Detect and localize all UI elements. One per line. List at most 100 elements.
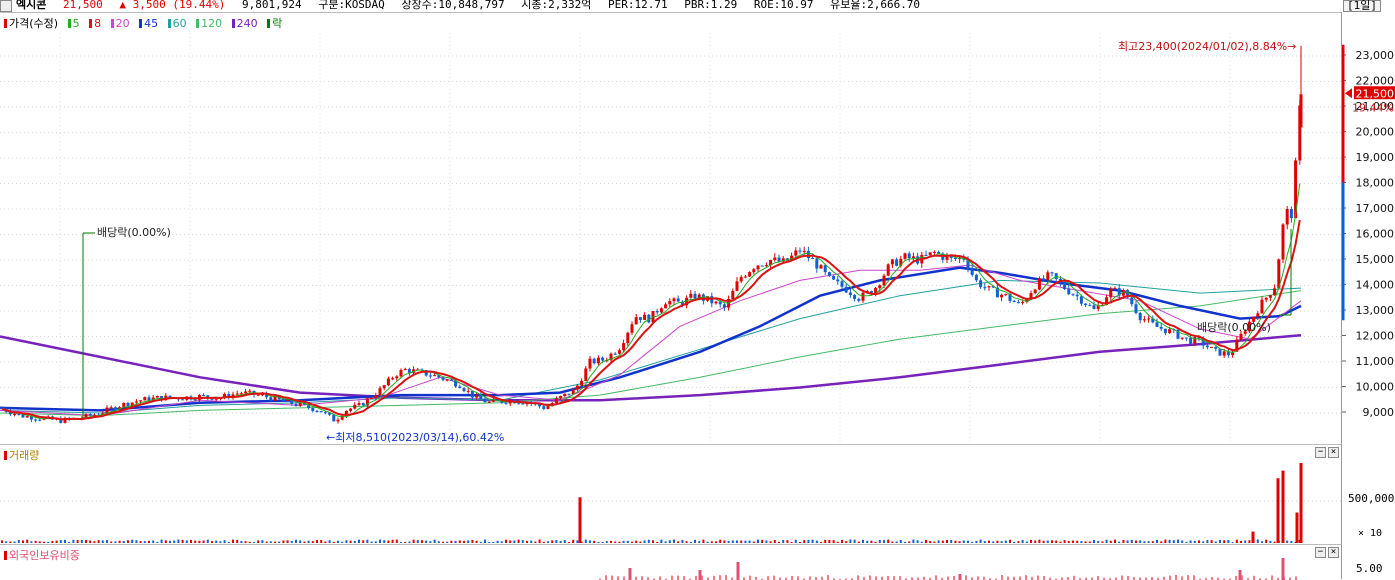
axis-tick-label: 12,000 <box>1356 330 1395 343</box>
candle-body <box>622 343 626 351</box>
foreign-pane[interactable]: 외국인보유비중 − × <box>0 544 1341 580</box>
candle-body <box>357 403 361 405</box>
candle-body <box>601 357 605 361</box>
volume-bar <box>576 540 579 543</box>
candle-body <box>1088 305 1092 307</box>
volume-bar <box>106 540 108 543</box>
volume-bar <box>1076 540 1079 543</box>
foreign-legend: 외국인보유비중 <box>4 547 83 563</box>
candle-body <box>113 407 117 410</box>
volume-bar <box>710 541 713 543</box>
volume-bar <box>1097 540 1100 543</box>
volume-bar <box>286 540 289 543</box>
price-pane[interactable]: 최고23,400(2024/01/02),8.84%→ 배당락(0.00%) 배당락… <box>0 12 1341 446</box>
volume-bar <box>1235 539 1238 543</box>
volume-bar <box>215 540 218 543</box>
candle-body <box>903 253 907 259</box>
volume-bar <box>950 540 953 543</box>
axis-tick-label: 9,000 <box>1363 406 1395 419</box>
axis-tick-label: 11,000 <box>1356 355 1395 368</box>
volume-bar <box>244 541 247 543</box>
volume-bar <box>1172 540 1175 543</box>
volume-bar <box>614 541 617 543</box>
candle-body <box>878 285 882 289</box>
legend-ma20: 20 <box>115 17 130 30</box>
candle-body <box>832 275 836 280</box>
foreign-tick: 5.00 <box>1356 562 1383 575</box>
div-label-2: 배당락(0.00%) <box>1197 321 1271 334</box>
volume-bar <box>34 540 37 543</box>
axis-tick-label: 10,000 <box>1356 381 1395 394</box>
candle-body <box>953 257 957 260</box>
axis-tick-label: 23,000 <box>1356 49 1395 62</box>
candle-body <box>554 398 558 404</box>
volume-bar <box>807 539 810 543</box>
close-icon[interactable]: × <box>1328 547 1339 558</box>
candle-body <box>1299 94 1303 128</box>
volume-tick: 500,000 <box>1348 492 1395 505</box>
candle-body <box>378 388 382 396</box>
volume-bar <box>479 541 482 543</box>
volume-bar <box>299 540 302 543</box>
volume-bar <box>1265 539 1268 543</box>
volume-bar <box>744 540 747 543</box>
legend-price: 가격(수정) <box>9 17 59 30</box>
period-selector[interactable]: [1일] <box>1343 0 1381 12</box>
candle-body <box>924 254 928 256</box>
volume-bar <box>316 539 318 543</box>
volume-bar <box>639 541 642 543</box>
volume-bar <box>832 540 835 543</box>
close-icon[interactable]: × <box>1328 447 1339 458</box>
volume-bar <box>803 540 806 543</box>
volume-bar <box>425 540 428 543</box>
volume-bar <box>1009 539 1011 543</box>
volume-bar <box>362 540 365 543</box>
volume-bar <box>1051 540 1053 543</box>
legend-ma120: 120 <box>201 17 223 30</box>
volume-bar <box>1059 541 1062 543</box>
volume-bar <box>883 540 885 543</box>
volume-bar <box>559 540 562 543</box>
volume-spike <box>1276 478 1280 543</box>
minimize-icon[interactable]: − <box>1315 547 1326 558</box>
candle-body <box>1075 294 1079 297</box>
price-legend: 가격(수정) 5 8 20 45 60 120 240 락 <box>4 15 288 31</box>
candle-body <box>17 413 21 415</box>
volume-bar <box>794 539 797 543</box>
candle-body <box>559 395 563 399</box>
candle-body <box>1113 288 1117 290</box>
volume-bar <box>568 541 570 543</box>
candle-body <box>1264 297 1268 300</box>
candle-body <box>643 314 647 320</box>
volume-bar <box>383 540 386 543</box>
candle-body <box>1012 300 1016 303</box>
foreign-bar <box>1187 575 1189 580</box>
volume-spike <box>1251 531 1255 543</box>
foreign-bar <box>965 575 967 580</box>
candle-body <box>462 388 466 391</box>
candle-body <box>466 390 470 392</box>
volume-bar <box>1080 541 1083 543</box>
candle-body <box>403 368 407 371</box>
volume-bar <box>1227 539 1230 543</box>
foreign-bar <box>659 576 661 580</box>
minimize-icon[interactable]: − <box>1315 447 1326 458</box>
volume-pane[interactable]: 거래량 − × <box>0 444 1341 546</box>
volume-bar <box>148 540 150 543</box>
foreign-bar <box>947 576 949 580</box>
volume-bar <box>1025 541 1028 543</box>
foreign-bar <box>1271 575 1273 580</box>
volume-bar <box>681 539 684 543</box>
volume-bar <box>988 540 990 543</box>
menu-icon[interactable] <box>0 0 12 12</box>
candle-body <box>928 252 932 256</box>
legend-ma240: 240 <box>236 17 258 30</box>
candle-body <box>890 259 894 265</box>
foreign-spike <box>1281 558 1285 580</box>
volume-scale: × 10 <box>1358 528 1383 539</box>
volume-bar <box>866 540 869 543</box>
candle-body <box>827 272 831 276</box>
volume-spike <box>578 497 582 543</box>
volume-bar <box>1219 539 1221 543</box>
price-axis[interactable]: 23,000 22,000 21,000 20,000 19,000 18,000 17,0… <box>1341 12 1395 444</box>
